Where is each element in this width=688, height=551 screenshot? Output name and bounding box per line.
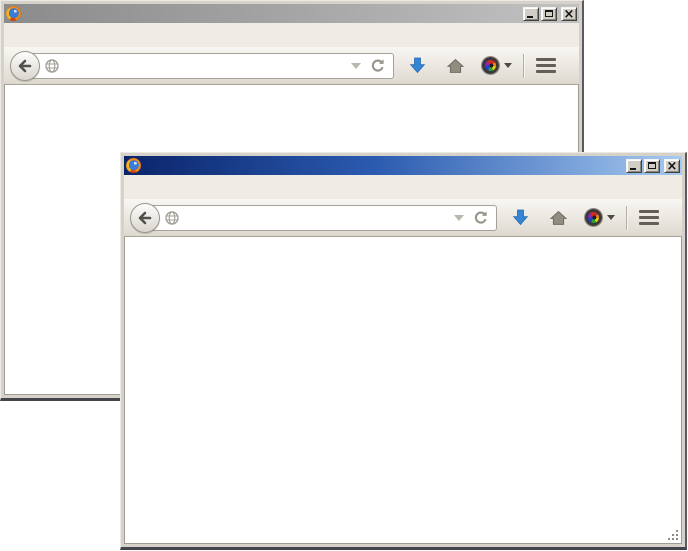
toolbar-separator: [523, 54, 524, 78]
back-button[interactable]: [10, 51, 40, 81]
titlebar[interactable]: [124, 156, 682, 175]
download-button[interactable]: [512, 209, 529, 226]
close-button[interactable]: [664, 159, 680, 173]
colorzilla-lens-icon: [482, 57, 499, 74]
titlebar[interactable]: [4, 4, 579, 23]
site-globe-icon: [44, 58, 60, 74]
home-icon: [447, 58, 464, 74]
close-button[interactable]: [561, 7, 577, 21]
navigation-toolbar: [4, 47, 579, 85]
hamburger-icon: [639, 210, 659, 225]
download-arrow-icon: [409, 57, 426, 74]
home-button[interactable]: [550, 210, 567, 226]
back-arrow-icon: [137, 210, 153, 226]
site-globe-icon: [164, 210, 180, 226]
chevron-down-icon: [607, 215, 615, 220]
back-button[interactable]: [130, 203, 160, 233]
toolbar-separator: [626, 206, 627, 230]
open-menu-button[interactable]: [535, 53, 557, 78]
history-dropdown-icon[interactable]: [351, 63, 361, 69]
addon-button[interactable]: [585, 209, 615, 226]
minimize-button[interactable]: [523, 7, 539, 21]
firefox-window-app02: [120, 152, 687, 550]
page-content: [124, 237, 682, 544]
home-icon: [550, 210, 567, 226]
download-button[interactable]: [409, 57, 426, 74]
history-dropdown-icon[interactable]: [454, 215, 464, 221]
menu-bar: [124, 175, 682, 199]
colorzilla-lens-icon: [585, 209, 602, 226]
maximize-button[interactable]: [541, 7, 557, 21]
chevron-down-icon: [504, 63, 512, 68]
hamburger-icon: [536, 58, 556, 73]
resize-grip[interactable]: [667, 529, 679, 541]
home-button[interactable]: [447, 58, 464, 74]
addon-button[interactable]: [482, 57, 512, 74]
minimize-button[interactable]: [626, 159, 642, 173]
back-arrow-icon: [17, 58, 33, 74]
navigation-toolbar: [124, 199, 682, 237]
firefox-logo-icon: [126, 158, 141, 173]
menu-bar: [4, 23, 579, 47]
maximize-button[interactable]: [644, 159, 660, 173]
url-bar[interactable]: [24, 53, 394, 79]
url-bar[interactable]: [144, 205, 497, 231]
open-menu-button[interactable]: [638, 205, 660, 230]
download-arrow-icon: [512, 209, 529, 226]
reload-icon[interactable]: [370, 58, 386, 74]
firefox-logo-icon: [6, 6, 21, 21]
reload-icon[interactable]: [473, 210, 489, 226]
